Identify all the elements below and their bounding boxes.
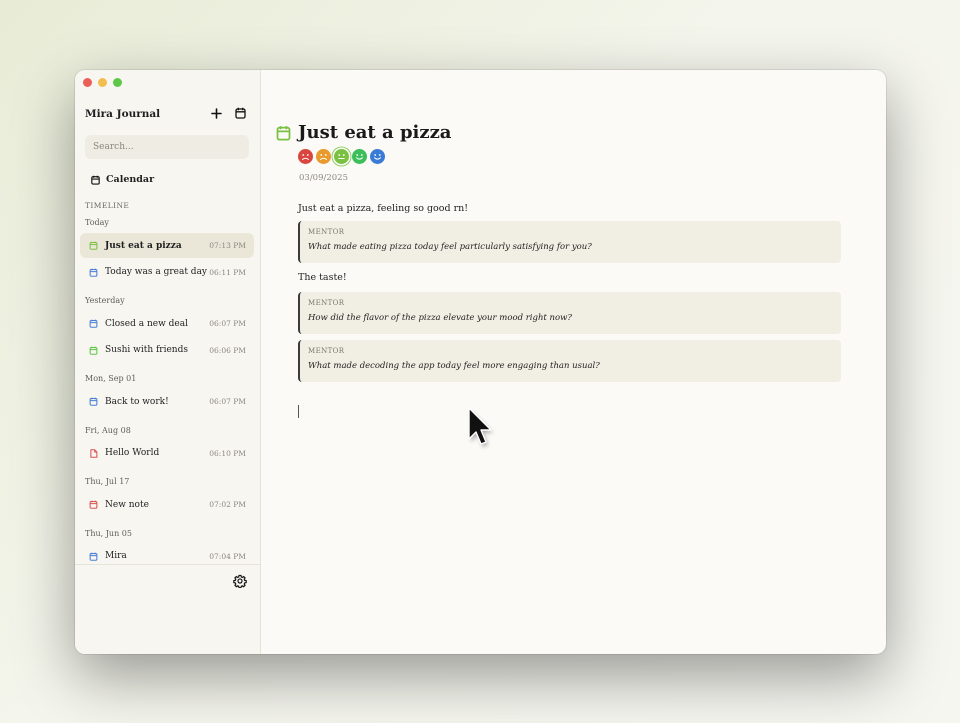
calendar-icon	[89, 268, 98, 277]
timeline-group-label: Thu, Jun 05	[85, 528, 132, 538]
mentor-prompt: MENTOR What made eating pizza today feel…	[298, 221, 841, 263]
entry-time: 06:07 PM	[209, 319, 246, 328]
timeline-group-label: Fri, Aug 08	[85, 425, 131, 435]
sidebar: Mira Journal Calendar TIMELINE Today Just…	[75, 70, 261, 654]
entry-time: 06:07 PM	[209, 397, 246, 406]
entry-time: 06:11 PM	[209, 267, 246, 277]
timeline-entry[interactable]: Back to work! 06:07 PM	[80, 389, 254, 414]
timeline-entry[interactable]: Hello World 06:10 PM	[80, 441, 254, 466]
face-glyph	[356, 154, 363, 160]
mentor-question: How did the flavor of the pizza elevate …	[308, 313, 572, 323]
calendar-icon	[89, 500, 98, 509]
entry-title: Closed a new deal	[105, 318, 188, 329]
maximize-window-button[interactable]	[113, 78, 122, 87]
happy-mood-icon[interactable]	[352, 149, 367, 164]
document-icon	[90, 448, 98, 458]
face-glyph	[338, 154, 345, 159]
entry-paragraph[interactable]: The taste!	[298, 272, 347, 283]
entry-time: 07:04 PM	[209, 551, 246, 561]
face-glyph	[320, 154, 327, 160]
neutral-mood-icon[interactable]	[334, 149, 349, 164]
new-entry-button[interactable]	[209, 106, 223, 120]
calendar-icon	[91, 175, 100, 185]
mouse-pointer-icon	[468, 407, 493, 447]
timeline-group-label: Thu, Jul 17	[85, 477, 130, 486]
minimize-window-button[interactable]	[98, 78, 107, 87]
timeline-entry[interactable]: New note 07:02 PM	[80, 492, 254, 517]
calendar-icon	[89, 552, 98, 561]
mentor-question: What made eating pizza today feel partic…	[308, 242, 592, 252]
mentor-label: MENTOR	[308, 299, 345, 307]
face-glyph	[302, 154, 309, 160]
mentor-question: What made decoding the app today feel mo…	[308, 361, 600, 371]
timeline-group-label: Mon, Sep 01	[85, 374, 137, 383]
entry-title: New note	[105, 499, 149, 510]
search-input[interactable]	[85, 135, 249, 159]
app-title: Mira Journal	[85, 108, 161, 120]
very-sad-mood-icon[interactable]	[298, 149, 313, 164]
mood-selector	[298, 149, 385, 164]
app-window: Mira Journal Calendar TIMELINE Today Just…	[75, 70, 886, 654]
timeline-entry[interactable]: Mira 07:04 PM	[80, 544, 254, 569]
calendar-label: Calendar	[106, 174, 155, 185]
timeline-entry[interactable]: Sushi with friends 06:06 PM	[80, 338, 254, 363]
entry-time: 06:10 PM	[209, 448, 246, 458]
entry-time: 07:13 PM	[209, 241, 246, 250]
timeline-entry[interactable]: Just eat a pizza 07:13 PM	[80, 233, 254, 258]
close-window-button[interactable]	[83, 78, 92, 87]
entry-title: Today was a great day	[105, 267, 208, 277]
timeline-heading: TIMELINE	[85, 201, 130, 210]
sad-mood-icon[interactable]	[316, 149, 331, 164]
page-title[interactable]: Just eat a pizza	[298, 122, 451, 143]
entry-paragraph[interactable]: Just eat a pizza, feeling so good rn!	[298, 203, 468, 214]
entry-title: Sushi with friends	[105, 345, 188, 355]
very-happy-mood-icon[interactable]	[370, 149, 385, 164]
text-caret[interactable]	[298, 405, 299, 418]
calendar-icon	[89, 319, 98, 328]
mentor-label: MENTOR	[308, 228, 345, 236]
window-controls	[83, 78, 122, 87]
sidebar-item-calendar[interactable]: Calendar	[91, 174, 154, 185]
entry-title: Just eat a pizza	[105, 240, 182, 251]
timeline-entry[interactable]: Closed a new deal 06:07 PM	[80, 311, 254, 336]
entry-editor: Just eat a pizza 03/09/2025 Just eat a p…	[261, 70, 886, 654]
calendar-view-button[interactable]	[233, 106, 247, 120]
mentor-prompt: MENTOR What made decoding the app today …	[298, 340, 841, 382]
calendar-icon	[234, 107, 246, 119]
gear-icon	[233, 574, 247, 589]
calendar-icon	[89, 397, 98, 406]
entry-title: Hello World	[105, 448, 160, 458]
settings-button[interactable]	[233, 573, 247, 589]
sidebar-actions	[209, 106, 247, 120]
entry-time: 06:06 PM	[209, 345, 246, 355]
face-glyph	[374, 154, 381, 160]
mentor-prompt: MENTOR How did the flavor of the pizza e…	[298, 292, 841, 334]
entry-header: Just eat a pizza	[276, 122, 451, 143]
entry-title: Mira	[105, 551, 127, 561]
calendar-icon	[89, 346, 98, 355]
timeline-group-label: Today	[85, 218, 109, 227]
calendar-icon	[89, 241, 98, 250]
plus-icon	[210, 107, 222, 119]
timeline-group-label: Yesterday	[85, 296, 125, 305]
timeline-entry[interactable]: Today was a great day 06:11 PM	[80, 260, 254, 285]
entry-time: 07:02 PM	[209, 500, 246, 509]
calendar-icon	[276, 125, 291, 141]
entry-date: 03/09/2025	[299, 173, 348, 183]
entry-title: Back to work!	[105, 396, 169, 407]
mentor-label: MENTOR	[308, 347, 345, 355]
